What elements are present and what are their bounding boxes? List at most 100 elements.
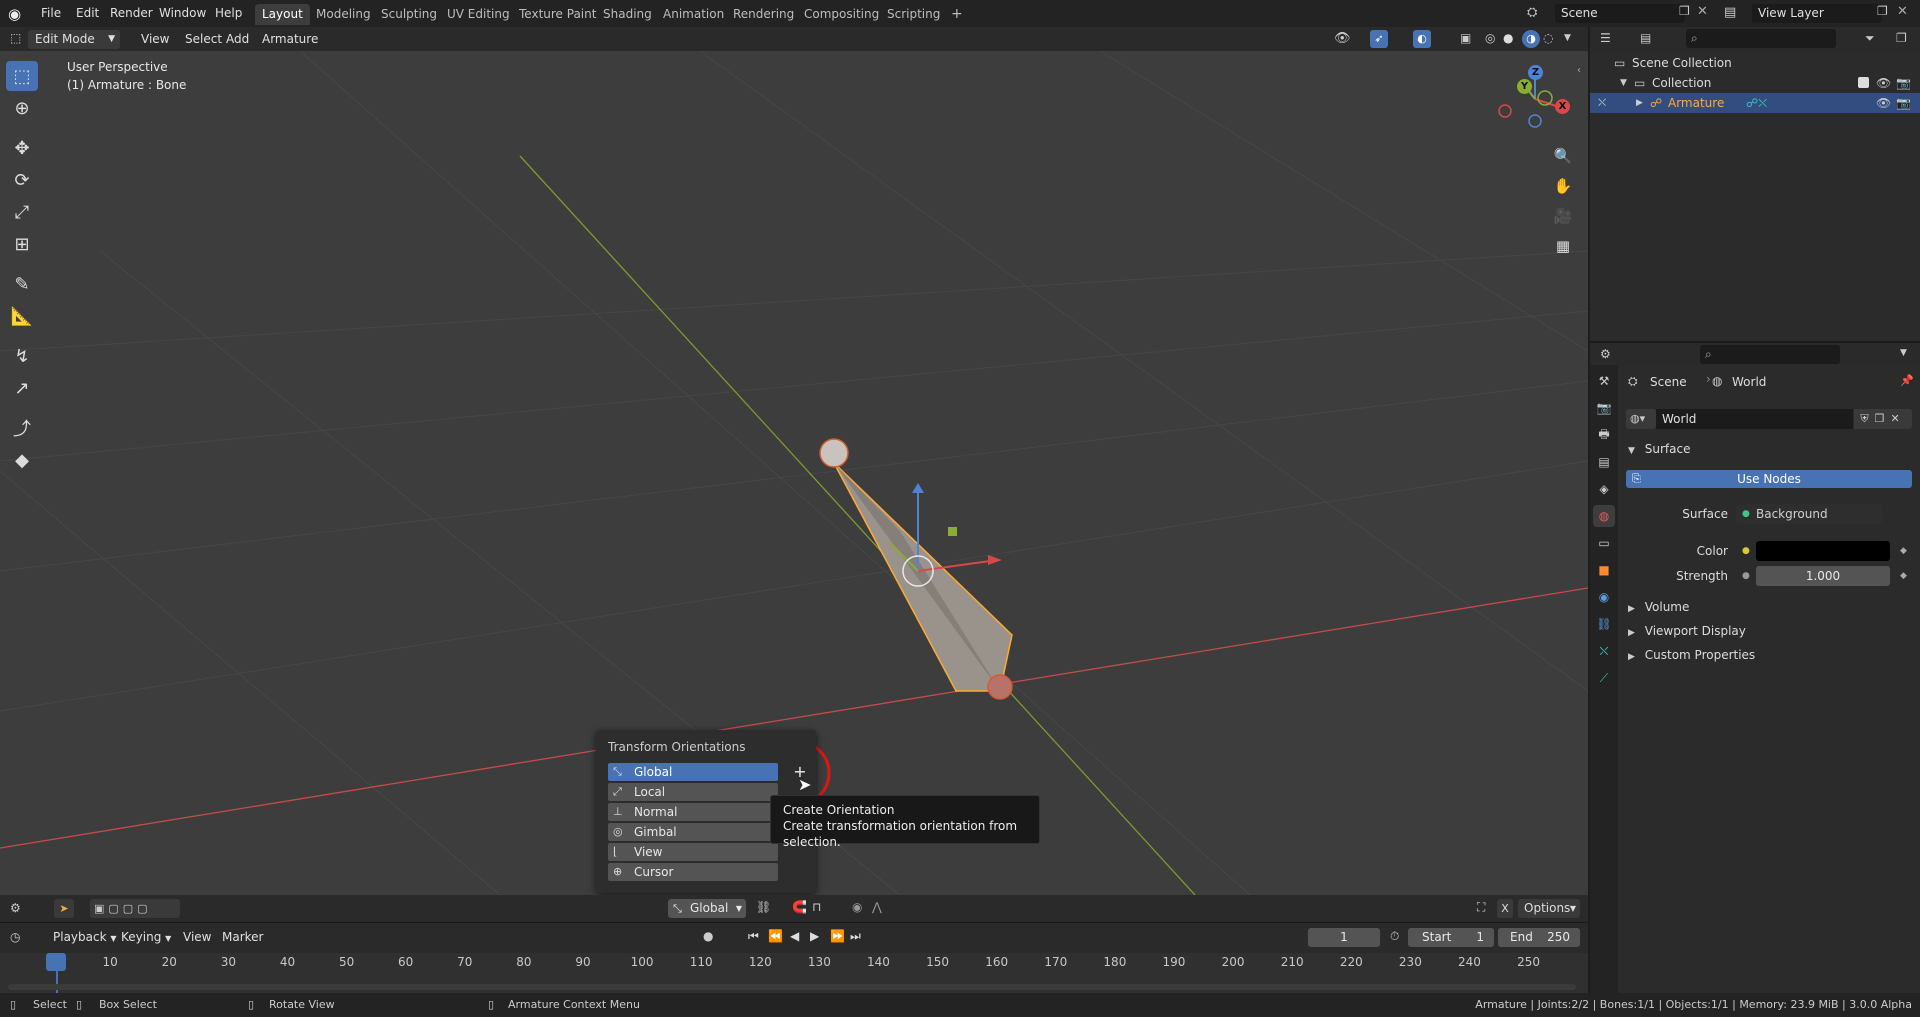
- constraints-tab-icon[interactable]: ⛓: [1593, 613, 1615, 635]
- collection-tab-icon[interactable]: ▭: [1593, 532, 1615, 554]
- menu-playback[interactable]: Playback ▼: [46, 928, 124, 947]
- start-frame-field[interactable]: Start 1: [1408, 928, 1494, 947]
- orientation-view[interactable]: ⌊ View: [608, 843, 778, 861]
- proportional-edit-icon[interactable]: ◉: [852, 900, 862, 914]
- outliner-search-input[interactable]: [1686, 29, 1836, 48]
- world-name-field[interactable]: World: [1656, 409, 1853, 429]
- orientation-cursor[interactable]: ⊕ Cursor: [608, 863, 778, 881]
- active-tool-icon[interactable]: ➤: [54, 899, 74, 918]
- end-frame-field[interactable]: End 250: [1498, 928, 1580, 947]
- menu-help[interactable]: Help: [208, 4, 249, 23]
- world-datablock-actions[interactable]: ⛨❐✕: [1854, 409, 1912, 429]
- render-tab-icon[interactable]: 📷: [1593, 397, 1615, 419]
- tab-shading[interactable]: Shading: [596, 4, 659, 25]
- volume-panel-header[interactable]: ▶ Volume: [1628, 597, 1689, 617]
- render-camera-icon[interactable]: 📷: [1896, 73, 1911, 93]
- snap-target-icon[interactable]: ⊓: [812, 900, 821, 914]
- outliner-editor-icon[interactable]: ☰: [1600, 31, 1611, 45]
- view-layer-icon[interactable]: ▤: [1724, 5, 1736, 20]
- custom-properties-panel-header[interactable]: ▶ Custom Properties: [1628, 645, 1755, 665]
- add-workspace-button[interactable]: +: [944, 4, 970, 25]
- outliner-row-armature[interactable]: ⛌ ▶ ☍ Armature ☍⛌ 👁 📷: [1590, 93, 1920, 113]
- prev-keyframe-icon[interactable]: ⏪: [768, 929, 783, 943]
- properties-editor-icon[interactable]: ⚙: [1600, 347, 1611, 361]
- material-shading-icon[interactable]: ◑: [1522, 30, 1540, 48]
- scene-icon[interactable]: ⛭: [1527, 5, 1537, 20]
- breadcrumb-scene[interactable]: Scene: [1650, 372, 1687, 392]
- orientation-gimbal[interactable]: ◎ Gimbal: [608, 823, 778, 841]
- orientation-global[interactable]: ⤡ Global: [608, 763, 778, 781]
- blender-logo-icon[interactable]: ◉: [8, 5, 26, 23]
- output-tab-icon[interactable]: 🖶: [1593, 424, 1615, 446]
- bone-tab-icon[interactable]: ⟋: [1593, 667, 1615, 689]
- select-box-tool-icon[interactable]: ⬚: [6, 61, 38, 91]
- pin-icon[interactable]: 📌: [1900, 374, 1914, 387]
- viewport-display-panel-header[interactable]: ▶ Viewport Display: [1628, 621, 1746, 641]
- rotate-tool-icon[interactable]: ⟳: [6, 165, 38, 195]
- annotate-tool-icon[interactable]: ✎: [6, 269, 38, 299]
- surface-shader-field[interactable]: ● Background: [1736, 504, 1882, 524]
- outliner-row-collection[interactable]: ▼ ▭ Collection 👁 📷: [1590, 73, 1920, 93]
- tab-rendering[interactable]: Rendering: [726, 4, 801, 25]
- timeline[interactable]: 1102030405060708090100110120130140150160…: [0, 953, 1588, 993]
- tab-layout[interactable]: Layout: [255, 4, 310, 25]
- mirror-icon[interactable]: ⛶: [1477, 900, 1485, 915]
- y-axis-icon[interactable]: Y: [1517, 79, 1532, 94]
- timeline-scrollbar[interactable]: [8, 984, 1576, 990]
- tab-scripting[interactable]: Scripting: [880, 4, 947, 25]
- zoom-icon[interactable]: 🔍: [1550, 143, 1576, 169]
- menu-file[interactable]: File: [34, 4, 68, 23]
- snap-icon[interactable]: 🧲: [792, 900, 807, 914]
- collection-checkbox[interactable]: [1858, 77, 1869, 88]
- menu-window[interactable]: Window: [152, 4, 213, 23]
- ortho-grid-icon[interactable]: ▦: [1550, 233, 1576, 259]
- x-mirror-toggle[interactable]: X: [1497, 899, 1513, 918]
- tab-compositing[interactable]: Compositing: [797, 4, 886, 25]
- filter-icon[interactable]: ⏷: [1865, 31, 1875, 46]
- jump-start-icon[interactable]: ⏮: [748, 929, 759, 944]
- orientation-local[interactable]: ⤢ Local: [608, 783, 778, 801]
- options-dropdown[interactable]: Options ▼: [1518, 899, 1580, 918]
- menu-marker[interactable]: Marker: [215, 928, 270, 947]
- world-browse-icon[interactable]: ◍▾: [1626, 409, 1656, 429]
- camera-view-icon[interactable]: 🎥: [1550, 203, 1576, 229]
- outliner-row-scene-collection[interactable]: ▭ Scene Collection: [1590, 53, 1920, 73]
- view-layer-field[interactable]: View Layer: [1752, 4, 1882, 23]
- tab-animation[interactable]: Animation: [656, 4, 731, 25]
- close-view-layer-icon[interactable]: ✕: [1897, 4, 1908, 19]
- next-keyframe-icon[interactable]: ⏩: [830, 929, 845, 943]
- cursor-tool-icon[interactable]: ⊕: [6, 93, 38, 123]
- wireframe-shading-icon[interactable]: ◎: [1485, 31, 1495, 45]
- menu-add[interactable]: Add: [219, 30, 256, 49]
- solid-shading-icon[interactable]: ●: [1503, 31, 1513, 45]
- object-tab-icon[interactable]: ■: [1593, 559, 1615, 581]
- stopwatch-icon[interactable]: ⏱: [1390, 929, 1399, 944]
- current-frame-field[interactable]: 1: [1308, 928, 1380, 947]
- physics-tab-icon[interactable]: ◉: [1593, 586, 1615, 608]
- properties-options-icon[interactable]: ▼: [1900, 348, 1907, 358]
- falloff-icon[interactable]: ⋀: [872, 900, 882, 914]
- jump-end-icon[interactable]: ⏭: [850, 929, 861, 944]
- xray-icon[interactable]: ▣: [1460, 31, 1471, 45]
- shading-dropdown-icon[interactable]: ▼: [1564, 33, 1571, 43]
- scale-tool-icon[interactable]: ⤢: [6, 197, 38, 227]
- close-scene-icon[interactable]: ✕: [1697, 4, 1708, 19]
- strength-keyframe-icon[interactable]: ◆: [1900, 566, 1907, 586]
- orientation-dropdown[interactable]: ⤡ Global ▼: [668, 899, 746, 918]
- tab-uv-editing[interactable]: UV Editing: [440, 4, 517, 25]
- bone-envelope-tool-icon[interactable]: ◆: [6, 445, 38, 475]
- armature-data-tab-icon[interactable]: ⛌: [1593, 640, 1615, 662]
- menu-timeline-view[interactable]: View: [176, 928, 218, 947]
- gizmo-toggle-icon[interactable]: ➶: [1370, 30, 1388, 48]
- display-mode-icon[interactable]: ▤: [1640, 31, 1651, 45]
- strength-field[interactable]: 1.000: [1756, 566, 1890, 586]
- selection-mode-icons[interactable]: ▣▢▢▢: [90, 899, 180, 918]
- editor-type-icon[interactable]: ⬚: [10, 31, 21, 45]
- menu-armature[interactable]: Armature: [255, 30, 325, 49]
- play-reverse-icon[interactable]: ◀: [790, 929, 799, 943]
- tab-texture-paint[interactable]: Texture Paint: [512, 4, 603, 25]
- navigation-gizmo[interactable]: Z Y X: [1495, 59, 1575, 139]
- pivot-point-icon[interactable]: ⛓: [756, 900, 771, 914]
- eye-icon[interactable]: 👁: [1876, 73, 1891, 93]
- z-axis-icon[interactable]: Z: [1528, 65, 1543, 80]
